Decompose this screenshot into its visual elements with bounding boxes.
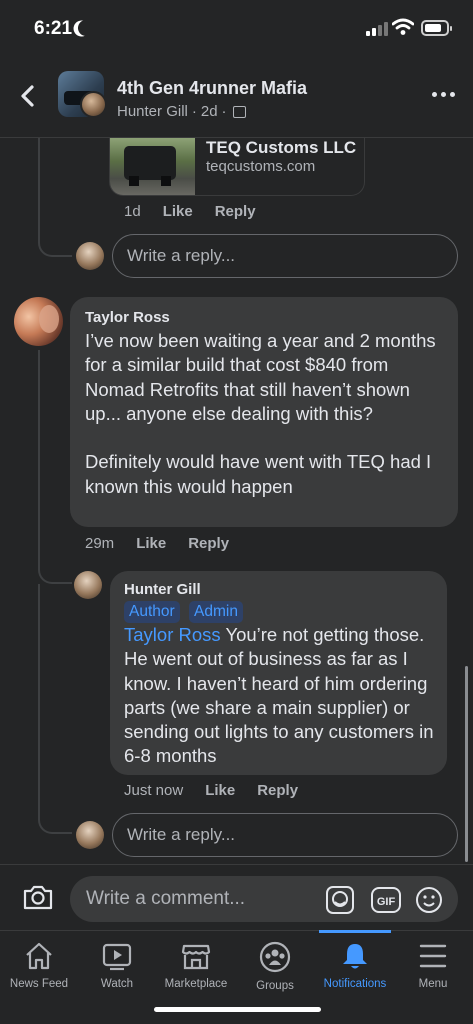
tab-label: Menu — [418, 978, 448, 990]
comment-meta: Just now Like Reply — [124, 782, 298, 799]
comment-input[interactable] — [86, 876, 306, 922]
comment-field[interactable]: GIF — [70, 876, 458, 922]
reply-button[interactable]: Reply — [257, 782, 298, 799]
comment-meta: 1d Like Reply — [124, 203, 256, 220]
commenter-name[interactable]: Taylor Ross — [85, 309, 170, 326]
user-avatar — [76, 821, 104, 849]
commenter-avatar[interactable] — [74, 571, 102, 599]
link-thumbnail — [110, 138, 195, 195]
commenter-avatar[interactable] — [14, 297, 63, 346]
like-button[interactable]: Like — [163, 203, 193, 220]
scrollbar[interactable] — [465, 666, 468, 862]
admin-badge: Admin — [189, 601, 243, 623]
tab-menu[interactable]: Menu — [396, 931, 470, 1001]
bell-icon — [343, 944, 367, 969]
comment-text: I’ve now been waiting a year and 2 month… — [85, 330, 436, 497]
commenter-name[interactable]: Hunter Gill — [124, 581, 201, 598]
mention-link[interactable]: Taylor Ross — [124, 624, 221, 645]
tab-marketplace[interactable]: Marketplace — [156, 931, 236, 1001]
author-badge: Author — [124, 601, 180, 623]
reply-field[interactable] — [112, 234, 458, 278]
comment-meta: 29m Like Reply — [85, 535, 229, 552]
tab-notifications[interactable]: Notifications — [314, 931, 396, 1001]
tab-label: Watch — [100, 978, 134, 990]
gif-icon[interactable]: GIF — [370, 885, 402, 915]
group-audience-icon — [232, 105, 246, 118]
tab-label: Notifications — [323, 978, 387, 990]
camera-icon[interactable] — [22, 882, 54, 912]
post-header: 4th Gen 4runner Mafia Hunter Gill · 2d · — [0, 56, 473, 138]
reply-input[interactable] — [127, 235, 437, 277]
link-domain: teqcustoms.com — [206, 158, 316, 175]
tab-label: News Feed — [9, 978, 69, 990]
menu-icon — [419, 944, 447, 968]
thread-line — [38, 584, 40, 809]
tab-label: Groups — [256, 980, 294, 992]
thread-connector — [38, 225, 72, 257]
like-button[interactable]: Like — [136, 535, 166, 552]
user-avatar — [76, 242, 104, 270]
status-bar: 6:21 — [0, 0, 473, 56]
comment-bubble: Hunter Gill Author Admin Taylor Ross You… — [110, 571, 447, 775]
comment-body: You’re not getting those. He went out of… — [124, 624, 434, 767]
moon-icon — [76, 18, 97, 39]
watch-icon — [102, 943, 132, 971]
group-title[interactable]: 4th Gen 4runner Mafia — [117, 78, 307, 99]
link-preview[interactable]: TEQ Customs LLC teqcustoms.com — [109, 138, 365, 196]
reply-button[interactable]: Reply — [215, 203, 256, 220]
post-author[interactable]: Hunter Gill — [117, 103, 188, 120]
emoji-icon[interactable] — [414, 885, 444, 915]
thread-line — [38, 350, 40, 570]
marketplace-icon — [181, 944, 211, 970]
home-indicator[interactable] — [154, 1007, 321, 1012]
comment-text: Taylor Ross You’re not getting those. He… — [124, 623, 442, 769]
comment-time: 29m — [85, 535, 115, 552]
thread-line — [38, 138, 40, 233]
groups-icon — [259, 941, 291, 973]
avatar-sticker-icon[interactable] — [324, 885, 356, 915]
comment-bubble: Taylor Ross I’ve now been waiting a year… — [70, 297, 458, 527]
tab-news-feed[interactable]: News Feed — [0, 931, 78, 1001]
comment-time: Just now — [124, 782, 184, 799]
thread-connector — [38, 560, 72, 584]
comment-time: 1d — [124, 203, 141, 220]
more-options-icon[interactable] — [432, 92, 455, 97]
signal-icon — [366, 22, 388, 36]
author-avatar[interactable] — [80, 91, 107, 118]
tab-groups[interactable]: Groups — [236, 931, 314, 1001]
reply-field[interactable] — [112, 813, 458, 857]
back-icon[interactable] — [16, 82, 40, 110]
comment-composer: GIF — [0, 864, 473, 930]
reply-button[interactable]: Reply — [188, 535, 229, 552]
battery-icon — [421, 20, 452, 36]
tab-watch[interactable]: Watch — [78, 931, 156, 1001]
thread-connector — [38, 800, 72, 834]
post-meta: Hunter Gill · 2d · — [117, 103, 246, 120]
reply-input[interactable] — [127, 814, 437, 856]
tab-label: Marketplace — [164, 978, 228, 990]
separator: · — [221, 103, 227, 120]
link-title: TEQ Customs LLC — [206, 138, 357, 157]
wifi-icon — [392, 18, 414, 35]
post-time[interactable]: 2d — [201, 103, 218, 120]
like-button[interactable]: Like — [205, 782, 235, 799]
status-time: 6:21 — [34, 18, 73, 39]
gif-label: GIF — [377, 896, 396, 908]
home-icon — [26, 942, 52, 970]
separator: · — [191, 103, 197, 120]
